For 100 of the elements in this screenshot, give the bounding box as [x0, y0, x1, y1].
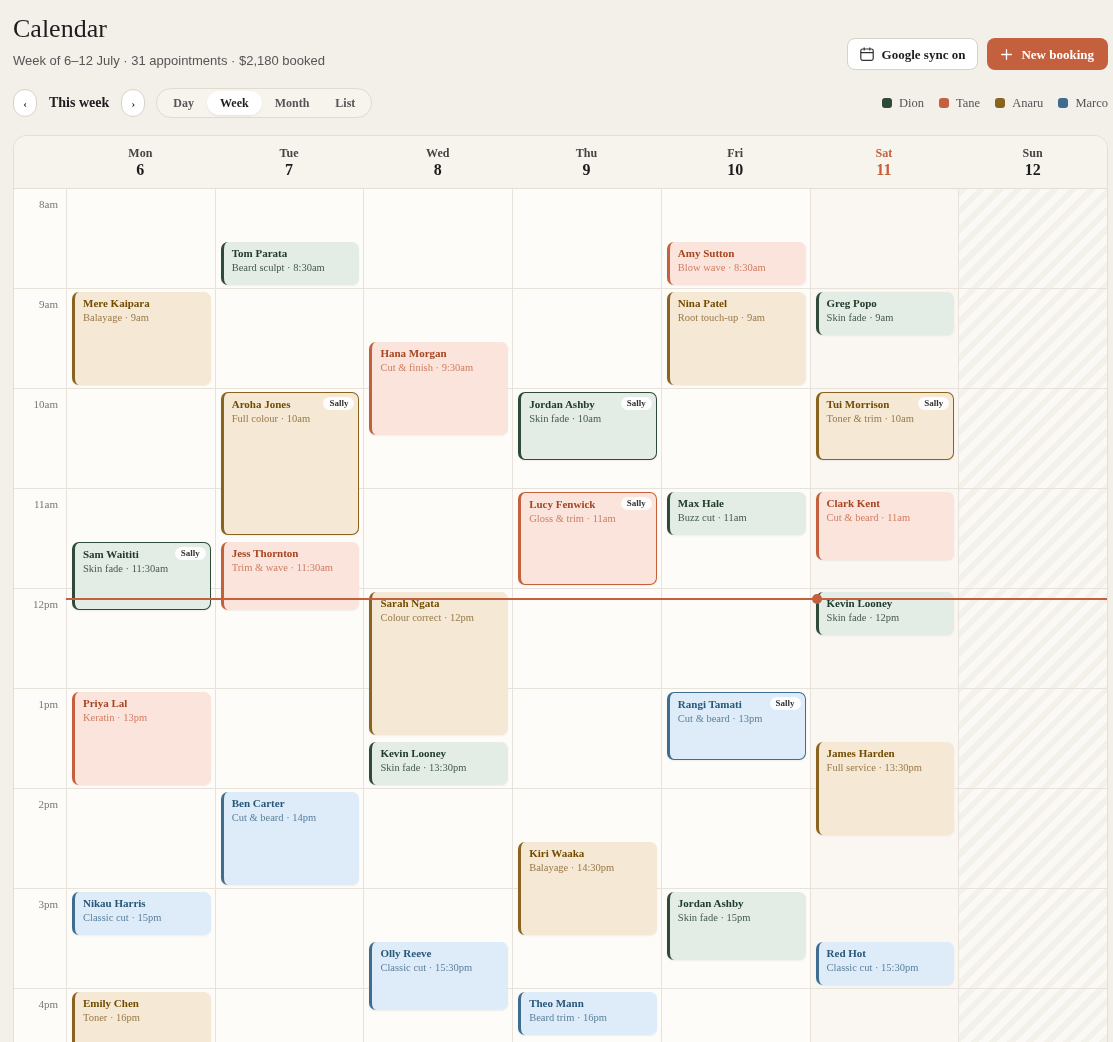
view-tab[interactable]: Week — [206, 91, 262, 115]
appointment-card[interactable]: Tui Morrison Toner & trim · 10am Sally — [815, 392, 955, 460]
page-title: Calendar — [13, 13, 108, 45]
legend-label: Dion — [899, 96, 924, 110]
appointment-card[interactable]: Kiri Waaka Balayage · 14:30pm — [518, 842, 657, 935]
client-name: Lucy Fenwick — [529, 497, 596, 511]
service-time: Classic cut · 15:30pm — [380, 961, 473, 975]
day-number: 7 — [285, 160, 294, 179]
client-name: Jordan Ashby — [529, 397, 595, 411]
service-time: Balayage · 14:30pm — [529, 861, 615, 875]
client-name: Sarah Ngata — [380, 596, 440, 610]
service-time: Beard sculpt · 8:30am — [231, 261, 325, 275]
service-time: Cut & beard · 11am — [826, 511, 911, 525]
legend-label: Marco — [1075, 96, 1108, 110]
appointment-card[interactable]: Amy Sutton Blow wave · 8:30am — [666, 242, 806, 285]
service-time: Colour correct · 12pm — [380, 611, 475, 625]
appointment-card[interactable]: James Harden Full service · 13:30pm — [815, 742, 955, 835]
appointment-card[interactable]: Priya Lal Keratin · 13pm — [72, 692, 211, 785]
client-name: Emily Chen — [83, 996, 139, 1010]
appointment-card[interactable]: Aroha Jones Full colour · 10am Sally — [220, 392, 360, 535]
time-label: 4pm — [38, 998, 58, 1010]
legend-label: Tane — [956, 96, 981, 110]
staff-badge: Sally — [769, 697, 801, 710]
appointment-card[interactable]: Sam Waititi Skin fade · 11:30am Sally — [72, 542, 211, 610]
client-name: Priya Lal — [83, 696, 128, 710]
time-label: 10am — [33, 398, 58, 410]
appointment-card[interactable]: Red Hot Classic cut · 15:30pm — [815, 942, 955, 985]
view-tab[interactable]: Day — [160, 91, 207, 115]
service-time: Full colour · 10am — [231, 412, 311, 426]
view-tab[interactable]: Month — [261, 91, 323, 115]
view-tab[interactable]: List — [322, 91, 369, 115]
service-time: Classic cut · 15:30pm — [826, 961, 919, 975]
service-time: Skin fade · 9am — [826, 311, 894, 325]
day-number: 8 — [433, 160, 442, 179]
staff-badge: Sally — [174, 547, 206, 560]
client-name: Nikau Harris — [83, 896, 146, 910]
appointment-card[interactable]: Kevin Looney Skin fade · 12pm — [815, 592, 955, 635]
service-time: Full service · 13:30pm — [826, 761, 922, 775]
client-name: Kevin Looney — [826, 596, 893, 610]
appointment-card[interactable]: Greg Popo Skin fade · 9am — [815, 292, 955, 335]
appointment-card[interactable]: Theo Mann Beard trim · 16pm — [518, 992, 657, 1035]
service-time: Classic cut · 15pm — [83, 911, 162, 925]
appointment-card[interactable]: Sarah Ngata Colour correct · 12pm — [369, 592, 509, 735]
staff-badge: Sally — [620, 497, 652, 510]
next-week-button[interactable]: › — [121, 89, 146, 117]
appointment-card[interactable]: Lucy Fenwick Gloss & trim · 11am Sally — [518, 492, 657, 585]
appointment-card[interactable]: Clark Kent Cut & beard · 11am — [815, 492, 955, 560]
day-name: Mon — [128, 145, 153, 160]
appointment-card[interactable]: Nina Patel Root touch-up · 9am — [666, 292, 806, 385]
time-label: 2pm — [38, 798, 58, 810]
day-number: 12 — [1024, 160, 1041, 179]
appointment-card[interactable]: Jordan Ashby Skin fade · 10am Sally — [518, 392, 657, 460]
appointment-card[interactable]: Emily Chen Toner · 16pm — [72, 992, 211, 1042]
day-number: 6 — [136, 160, 145, 179]
service-time: Cut & finish · 9:30am — [380, 361, 474, 375]
appointment-card[interactable]: Rangi Tamati Cut & beard · 13pm Sally — [666, 692, 806, 760]
client-name: Red Hot — [826, 946, 866, 960]
service-time: Buzz cut · 11am — [677, 511, 747, 525]
client-name: James Harden — [826, 746, 895, 760]
service-time: Trim & wave · 11:30am — [231, 561, 333, 575]
legend-label: Anaru — [1012, 96, 1044, 110]
service-time: Root touch-up · 9am — [677, 311, 766, 325]
service-time: Toner & trim · 10am — [826, 412, 914, 426]
day-name: Fri — [727, 145, 744, 160]
appointment-card[interactable]: Tom Parata Beard sculpt · 8:30am — [220, 242, 360, 285]
appointment-card[interactable]: Jess Thornton Trim & wave · 11:30am — [220, 542, 360, 610]
time-label: 8am — [39, 198, 58, 210]
time-label: 1pm — [38, 698, 58, 710]
appointment-card[interactable]: Kevin Looney Skin fade · 13:30pm — [369, 742, 509, 785]
previous-week-button[interactable]: ‹ — [13, 89, 37, 117]
new-booking-button[interactable]: New booking — [987, 38, 1108, 70]
calendar-icon — [859, 47, 874, 61]
service-time: Keratin · 13pm — [83, 711, 148, 725]
service-time: Skin fade · 11:30am — [83, 562, 169, 576]
client-name: Max Hale — [677, 496, 724, 510]
service-time: Cut & beard · 13pm — [677, 712, 763, 726]
day-name: Wed — [426, 145, 450, 160]
appointment-card[interactable]: Mere Kaipara Balayage · 9am — [72, 292, 211, 385]
appointment-card[interactable]: Ben Carter Cut & beard · 14pm — [220, 792, 360, 885]
client-name: Ben Carter — [231, 796, 285, 810]
service-time: Skin fade · 10am — [529, 412, 602, 426]
appointment-card[interactable]: Max Hale Buzz cut · 11am — [666, 492, 806, 535]
service-time: Gloss & trim · 11am — [529, 512, 616, 526]
page-subtitle: Week of 6–12 July · 31 appointments · $2,180 booked — [13, 52, 325, 70]
google-sync-button[interactable]: Google sync on — [846, 38, 979, 70]
service-time: Blow wave · 8:30am — [677, 261, 766, 275]
client-name: Theo Mann — [529, 996, 584, 1010]
appointment-card[interactable]: Jordan Ashby Skin fade · 15pm — [666, 892, 806, 960]
appointment-card[interactable]: Nikau Harris Classic cut · 15pm — [72, 892, 211, 935]
client-name: Jess Thornton — [231, 546, 299, 560]
appointment-card[interactable]: Olly Reeve Classic cut · 15:30pm — [369, 942, 509, 1010]
appointment-card[interactable]: Hana Morgan Cut & finish · 9:30am — [369, 342, 509, 435]
week-range-label: This week — [49, 96, 110, 110]
service-time: Skin fade · 15pm — [677, 911, 751, 925]
client-name: Clark Kent — [826, 496, 881, 510]
time-label: 3pm — [38, 898, 58, 910]
day-number: 10 — [727, 160, 744, 179]
client-name: Mere Kaipara — [83, 296, 150, 310]
client-name: Amy Sutton — [677, 246, 735, 260]
day-number: 11 — [876, 160, 892, 179]
